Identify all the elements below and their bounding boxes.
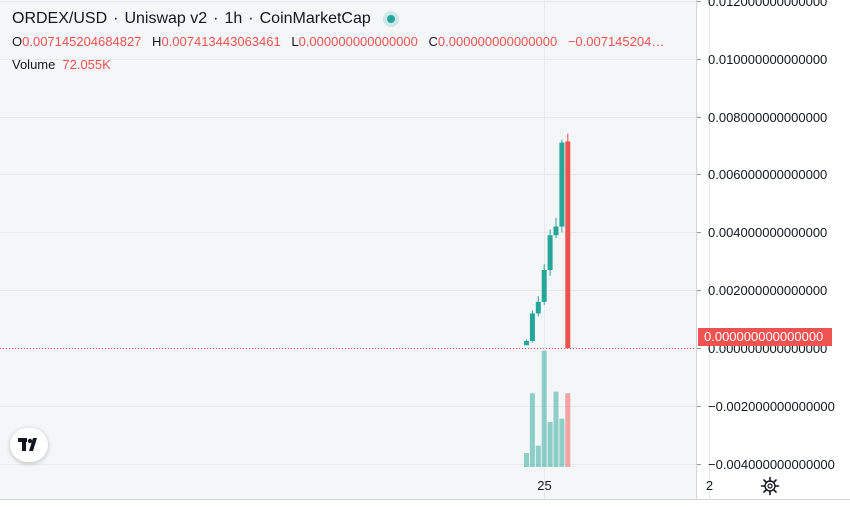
tradingview-logo-icon[interactable]: [10, 428, 48, 462]
chart-area[interactable]: 0.012000000000000 0.010000000000000 0.0080…: [0, 0, 850, 507]
high-value: 0.007413443063461: [161, 34, 281, 49]
candle-body: [559, 142, 565, 227]
y-axis-tick-label: 0.004000000000000: [708, 225, 827, 240]
ohlc-values: O0.007145204684827 H0.007413443063461 L0…: [12, 34, 692, 49]
chart-svg[interactable]: 0.012000000000000 0.010000000000000 0.0080…: [0, 0, 850, 507]
open-value: 0.007145204684827: [22, 34, 142, 49]
candle-body: [553, 226, 559, 236]
x-axis-tick-label: 25: [537, 478, 551, 493]
close-label: C: [428, 34, 438, 49]
chart-legend: ORDEX/USD · Uniswap v2 · 1h · CoinMarket…: [12, 10, 692, 72]
volume-bar: [559, 418, 565, 467]
candle-body: [529, 313, 535, 341]
interval-label[interactable]: 1h: [224, 10, 242, 28]
volume-label[interactable]: Volume: [12, 57, 55, 72]
volume-legend: Volume 72.055K: [12, 57, 692, 72]
low-value: 0.000000000000000: [298, 34, 418, 49]
volume-bar: [535, 445, 541, 467]
volume-value: 72.055K: [62, 57, 111, 72]
volume-bar: [565, 393, 571, 467]
candle-body: [524, 340, 529, 346]
low-label: L: [291, 34, 299, 49]
y-axis-tick-label: 0.002000000000000: [708, 283, 827, 298]
y-axis-tick-label: 0.012000000000000: [708, 0, 827, 9]
market-status-icon[interactable]: [382, 11, 399, 27]
y-axis-tick-label: −0.004000000000000: [708, 457, 835, 472]
y-axis-tick-label: 0.008000000000000: [708, 110, 827, 125]
gear-glyph: [760, 476, 780, 496]
volume-bar: [524, 453, 529, 467]
candle-body: [565, 141, 571, 349]
tradingview-logo-glyph: [18, 438, 37, 451]
y-axis-tick-label: 0.010000000000000: [708, 52, 827, 67]
volume-bar: [529, 393, 535, 467]
volume-bar: [553, 391, 559, 467]
separator-dot: ·: [213, 10, 219, 27]
x-axis-tick-label: 2: [706, 478, 713, 493]
open-label: O: [12, 34, 23, 49]
y-axis-tick-label: 0.006000000000000: [708, 167, 827, 182]
candle-body: [541, 270, 547, 302]
volume-bar: [541, 350, 547, 467]
data-source: CoinMarketCap: [259, 10, 371, 27]
plot-background: [0, 0, 696, 499]
gear-icon[interactable]: [760, 476, 780, 496]
price-scale-background: [697, 0, 850, 499]
close-value: 0.000000000000000: [437, 34, 558, 49]
exchange-name: Uniswap v2: [124, 10, 208, 27]
candle-body: [547, 235, 553, 271]
symbol-name[interactable]: ORDEX/USD: [12, 10, 107, 28]
separator-dot: ·: [113, 10, 119, 27]
last-price-label: 0.000000000000000: [698, 328, 832, 346]
y-axis-tick-label: −0.002000000000000: [708, 399, 835, 414]
separator-dot: ·: [248, 10, 254, 27]
volume-bar: [547, 421, 553, 467]
candle-body: [535, 301, 541, 314]
change-value: −0.007145204…: [567, 34, 665, 49]
legend-title[interactable]: ORDEX/USD · Uniswap v2 · 1h · CoinMarket…: [12, 10, 692, 28]
